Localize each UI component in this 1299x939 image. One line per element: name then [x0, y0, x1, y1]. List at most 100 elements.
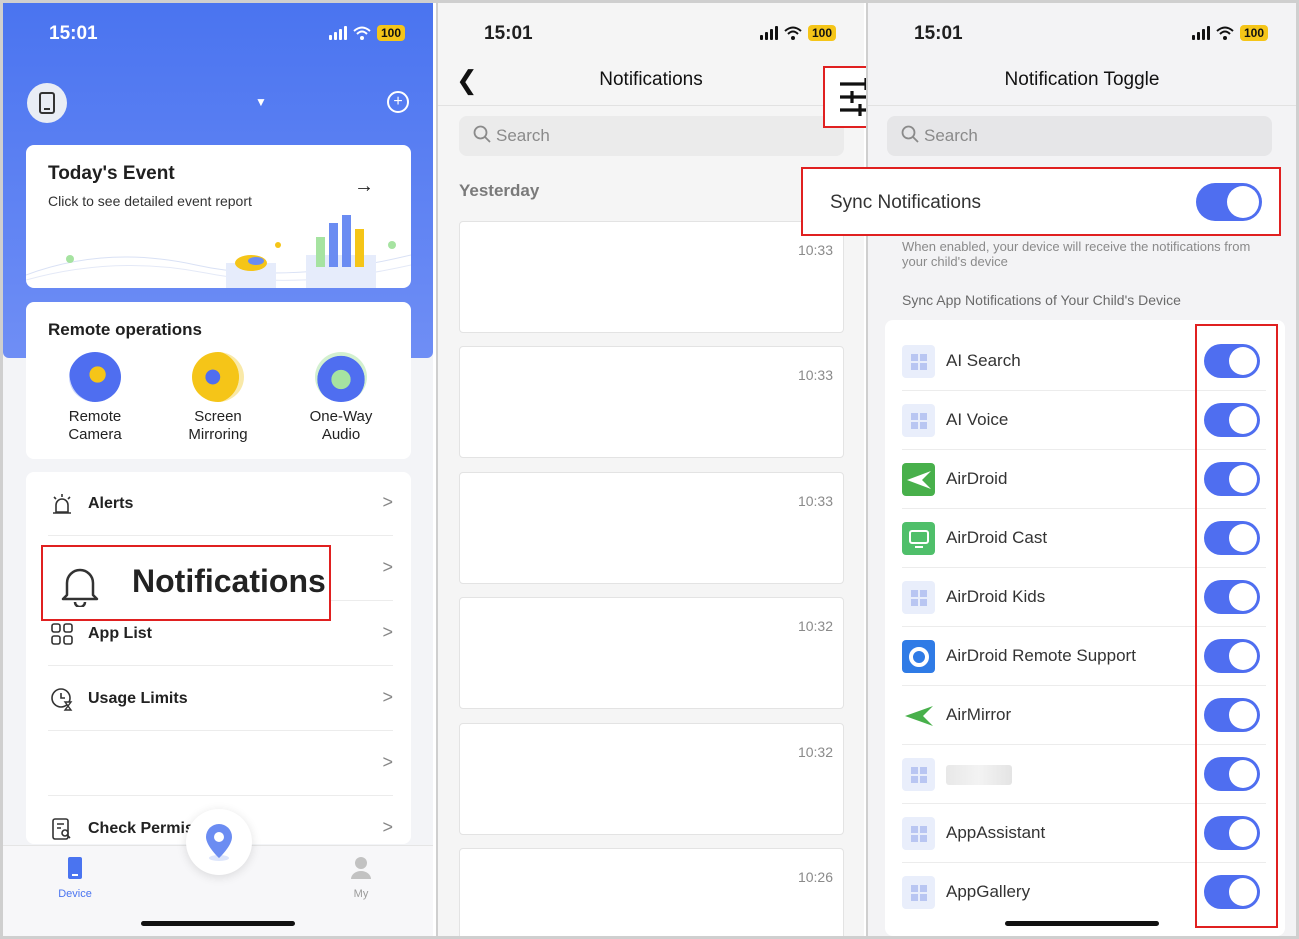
- generic-app-icon: [902, 876, 935, 909]
- battery-badge: 100: [807, 25, 836, 41]
- search-placeholder: Search: [496, 126, 550, 145]
- app-name-redacted: [946, 764, 1012, 785]
- lifebuoy-icon: [902, 640, 935, 673]
- generic-app-icon: [902, 758, 935, 791]
- location-pin-icon: [206, 824, 232, 861]
- chevron-right-icon: >: [382, 622, 393, 642]
- document-search-icon: [52, 818, 71, 840]
- status-time: 15:01: [914, 23, 963, 44]
- app-name: AI Search: [946, 351, 1021, 370]
- device-dropdown-icon[interactable]: ▼: [255, 95, 267, 109]
- remote-operations-card: Remote operations Remote Camera Screen M…: [26, 302, 411, 459]
- notification-item[interactable]: 10:32: [459, 597, 844, 709]
- headphones-icon: [315, 352, 367, 402]
- notification-item[interactable]: 10:26: [459, 848, 844, 936]
- sync-notifications-toggle[interactable]: [1196, 183, 1262, 221]
- notification-time: 10:33: [797, 367, 833, 383]
- arrow-right-icon: →: [354, 175, 374, 197]
- add-device-button[interactable]: +: [387, 91, 409, 113]
- nav-divider: [868, 105, 1296, 106]
- event-card-title: Today's Event: [48, 163, 175, 184]
- battery-badge: 100: [376, 25, 405, 41]
- status-bar: 15:01 100: [868, 21, 1296, 51]
- remote-camera-button[interactable]: Remote Camera: [45, 352, 145, 444]
- binoculars-icon: [192, 352, 244, 402]
- page-title: Notifications: [599, 69, 703, 90]
- sync-apps-subheading: Sync App Notifications of Your Child's D…: [902, 292, 1181, 308]
- status-time: 15:01: [484, 23, 533, 44]
- home-indicator: [1005, 921, 1159, 926]
- page-title: Notification Toggle: [1004, 69, 1160, 90]
- chevron-right-icon: >: [382, 687, 393, 707]
- tab-device-label: Device: [58, 888, 92, 900]
- device-home-panel: 15:01 100 ▼ + Today's Event Click to see…: [3, 3, 433, 936]
- device-avatar[interactable]: [27, 83, 67, 123]
- notification-item[interactable]: 10:32: [459, 723, 844, 835]
- chevron-right-icon: >: [382, 492, 393, 512]
- menu-item-blank[interactable]: >: [48, 732, 393, 796]
- tab-my[interactable]: My: [331, 856, 391, 900]
- status-bar: 15:01 100: [438, 21, 864, 51]
- status-time: 15:01: [49, 23, 98, 44]
- signal-icon: [759, 26, 778, 40]
- app-name: AppAssistant: [946, 823, 1046, 842]
- remote-camera-label: Remote Camera: [68, 408, 122, 443]
- app-grid-icon: [51, 623, 73, 645]
- chevron-right-icon: >: [382, 557, 393, 577]
- search-input[interactable]: Search: [459, 116, 844, 156]
- one-way-audio-label: One-Way Audio: [309, 408, 373, 443]
- screen-mirroring-label: Screen Mirroring: [188, 408, 248, 443]
- wifi-icon: [353, 26, 371, 40]
- wifi-icon: [1216, 26, 1234, 40]
- todays-event-card[interactable]: Today's Event Click to see detailed even…: [26, 145, 411, 288]
- location-fab-button[interactable]: [186, 809, 252, 875]
- usage-limits-label: Usage Limits: [88, 690, 188, 707]
- phone-tab-icon: [68, 857, 82, 879]
- app-list-label: App List: [88, 625, 152, 642]
- event-chart-illustration: [26, 215, 411, 288]
- notification-item[interactable]: 10:33: [459, 221, 844, 333]
- notification-time: 10:33: [797, 242, 833, 258]
- camera-icon: [69, 352, 121, 402]
- wifi-icon: [784, 26, 802, 40]
- search-placeholder: Search: [924, 126, 978, 145]
- airdroid-cast-icon: [902, 522, 935, 555]
- tab-my-label: My: [353, 888, 369, 900]
- one-way-audio-button[interactable]: One-Way Audio: [291, 352, 391, 444]
- battery-badge: 100: [1239, 25, 1268, 41]
- notification-time: 10:33: [797, 493, 833, 509]
- home-indicator: [141, 921, 295, 926]
- notification-time: 10:32: [797, 744, 833, 760]
- notifications-label: Notifications: [132, 563, 326, 599]
- notification-time: 10:26: [797, 869, 833, 885]
- feature-menu-card: Alerts > > App List > Usage Limits > > C…: [26, 472, 411, 844]
- search-icon: [901, 125, 919, 143]
- chevron-right-icon: >: [382, 752, 393, 772]
- search-icon: [473, 125, 491, 143]
- tab-device[interactable]: Device: [45, 856, 105, 900]
- check-permissions-label: Check Permis: [88, 820, 194, 837]
- bell-icon: [61, 568, 99, 607]
- sync-notifications-label: Sync Notifications: [830, 192, 982, 213]
- app-name: AI Voice: [946, 410, 1009, 429]
- notification-item[interactable]: 10:33: [459, 472, 844, 584]
- notification-time: 10:32: [797, 618, 833, 634]
- notification-item[interactable]: 10:33: [459, 346, 844, 458]
- alerts-label: Alerts: [88, 495, 134, 512]
- generic-app-icon: [902, 345, 935, 378]
- notifications-panel: 15:01 100 ❮ Notifications Search Yesterd…: [436, 3, 864, 936]
- app-name: AirDroid: [946, 469, 1008, 488]
- signal-icon: [328, 26, 347, 40]
- person-icon: [351, 857, 371, 879]
- menu-item-usage-limits[interactable]: Usage Limits >: [48, 667, 393, 731]
- status-bar: 15:01 100: [3, 21, 433, 51]
- remote-ops-title: Remote operations: [48, 320, 202, 339]
- generic-app-icon: [902, 581, 935, 614]
- screen-mirroring-button[interactable]: Screen Mirroring: [168, 352, 268, 444]
- search-input[interactable]: Search: [887, 116, 1272, 156]
- generic-app-icon: [902, 817, 935, 850]
- alarm-icon: [53, 494, 71, 514]
- sync-description: When enabled, your device will receive t…: [902, 239, 1251, 269]
- menu-item-alerts[interactable]: Alerts >: [48, 472, 393, 536]
- notifications-highlight[interactable]: Notifications: [41, 545, 331, 621]
